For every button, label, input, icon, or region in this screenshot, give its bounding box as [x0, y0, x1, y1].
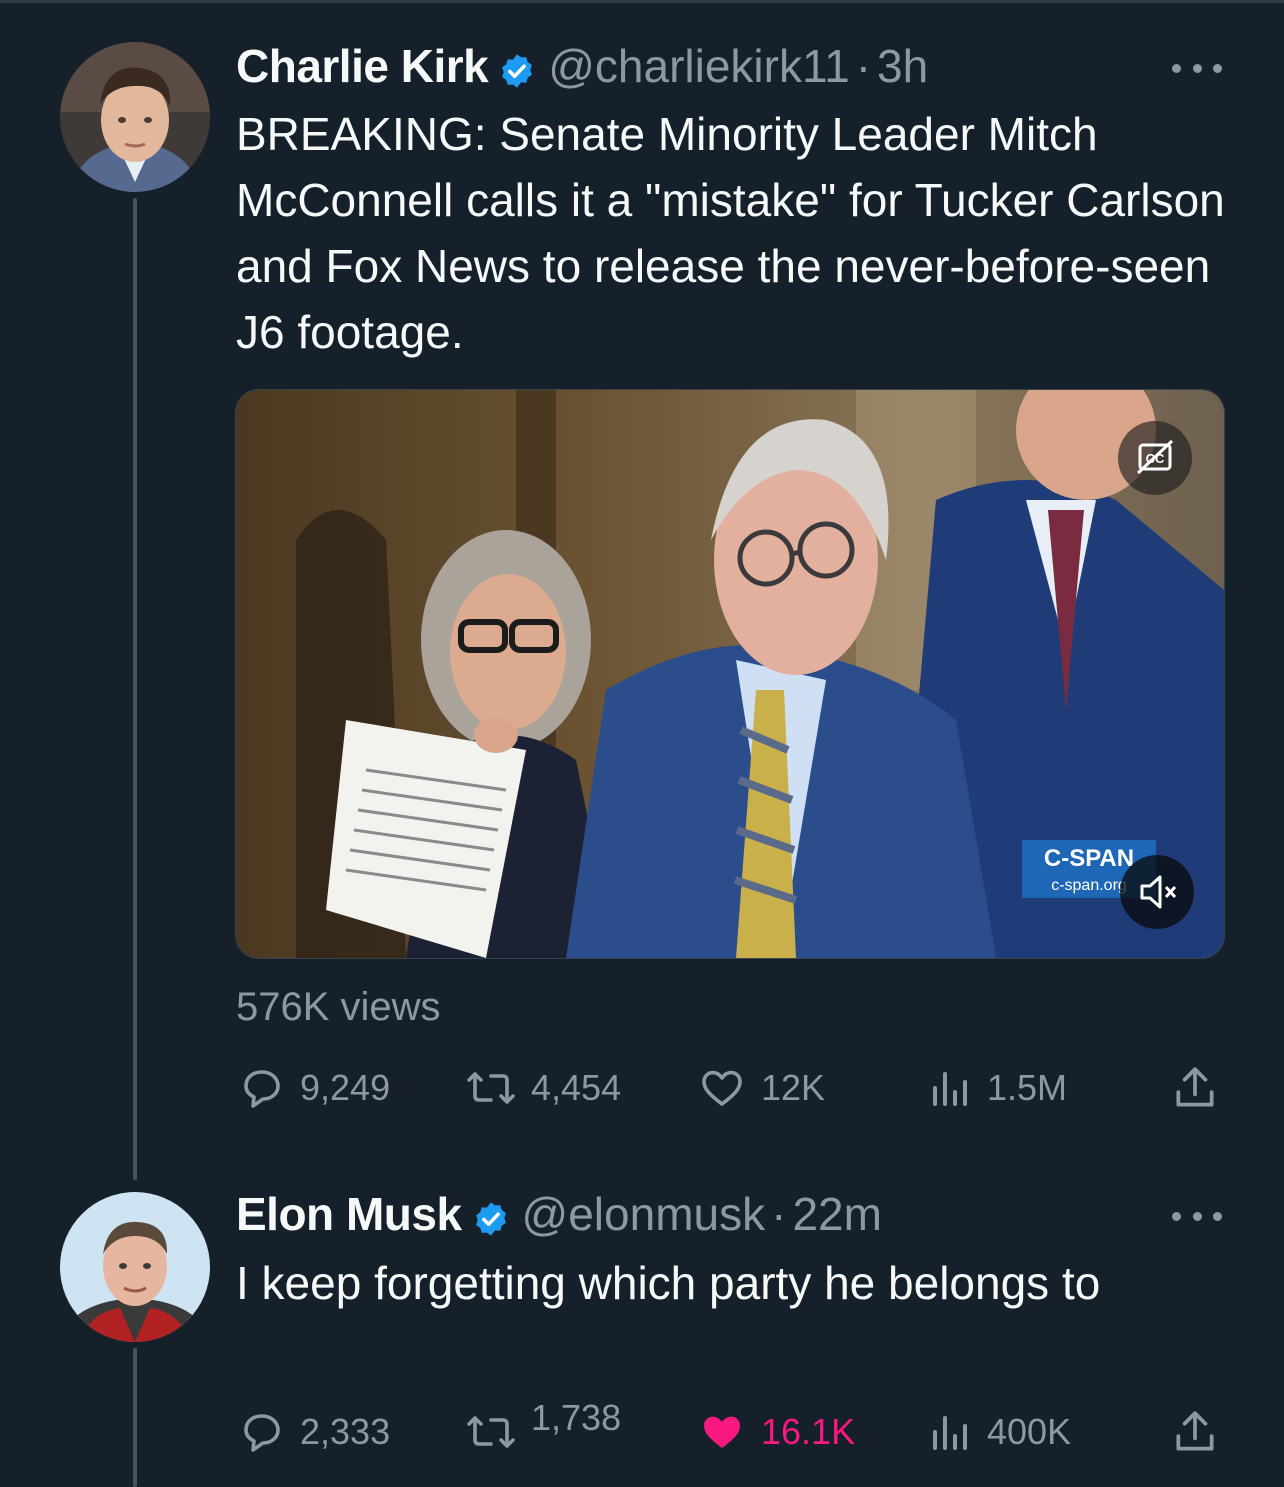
user-handle[interactable]: @charliekirk11 [548, 39, 850, 93]
analytics-button[interactable]: 1.5M [925, 1058, 1067, 1118]
tweet-text: BREAKING: Senate Minority Leader Mitch M… [236, 108, 1225, 358]
heart-filled-icon [704, 1416, 740, 1448]
retweet-count: 4,454 [531, 1067, 622, 1108]
analytics-button[interactable]: 400K [925, 1402, 1071, 1462]
analytics-count: 1.5M [987, 1067, 1068, 1108]
more-options-icon[interactable] [1172, 58, 1222, 78]
retweet-count: 1,738 [531, 1397, 622, 1438]
share-icon [1176, 1411, 1214, 1451]
analytics-icon [933, 1072, 967, 1106]
tweet-video[interactable]: C-SPAN c-span.org [235, 389, 1225, 959]
reply-count: 2,333 [300, 1411, 391, 1452]
share-button[interactable] [1170, 1402, 1234, 1462]
closed-captions-button[interactable]: CC [1118, 421, 1192, 495]
reply-icon [244, 1414, 280, 1452]
verified-badge-icon [498, 47, 536, 88]
tweet-text: I keep forgetting which party he belongs… [236, 1257, 1101, 1309]
display-name[interactable]: Charlie Kirk [236, 39, 489, 93]
avatar[interactable] [60, 1192, 210, 1342]
reply-button[interactable]: 2,333 [238, 1402, 390, 1462]
avatar[interactable] [60, 42, 210, 192]
share-icon [1176, 1067, 1214, 1107]
retweet-icon [467, 1072, 515, 1104]
reply-button[interactable]: 9,249 [238, 1058, 390, 1118]
thread-connector [133, 198, 137, 1180]
like-count: 12K [761, 1067, 826, 1108]
tweet-header: Elon Musk @elonmusk · 22m [236, 1184, 882, 1244]
muted-speaker-icon [1140, 875, 1177, 909]
like-button[interactable]: 16.1K [697, 1402, 855, 1462]
retweet-button[interactable]: 4,454 [465, 1058, 621, 1118]
display-name[interactable]: Elon Musk [236, 1187, 462, 1241]
verified-badge-icon [472, 1195, 510, 1236]
analytics-count: 400K [987, 1411, 1072, 1452]
retweet-button[interactable]: 1,738 [465, 1397, 621, 1462]
timestamp[interactable]: 3h [877, 39, 928, 93]
like-button[interactable]: 12K [697, 1058, 825, 1118]
timestamp[interactable]: 22m [792, 1187, 881, 1241]
tweet-header: Charlie Kirk @charliekirk11 · 3h [236, 36, 928, 96]
separator: · [855, 40, 872, 92]
cspan-url: c-span.org [1051, 877, 1127, 894]
closed-captions-off-icon: CC [1136, 439, 1174, 475]
heart-icon [702, 1070, 742, 1106]
separator: · [771, 1188, 787, 1240]
share-button[interactable] [1170, 1058, 1234, 1118]
mute-button[interactable] [1120, 855, 1194, 929]
reply-icon [244, 1070, 280, 1108]
analytics-icon [933, 1416, 967, 1450]
user-handle[interactable]: @elonmusk [522, 1187, 766, 1241]
like-count: 16.1K [761, 1411, 856, 1452]
retweet-icon [467, 1416, 515, 1448]
thread-connector [133, 1348, 137, 1487]
view-count: 576K views [236, 985, 441, 1029]
more-options-icon[interactable] [1172, 1206, 1222, 1226]
reply-count: 9,249 [300, 1067, 391, 1108]
top-divider [0, 0, 1284, 3]
